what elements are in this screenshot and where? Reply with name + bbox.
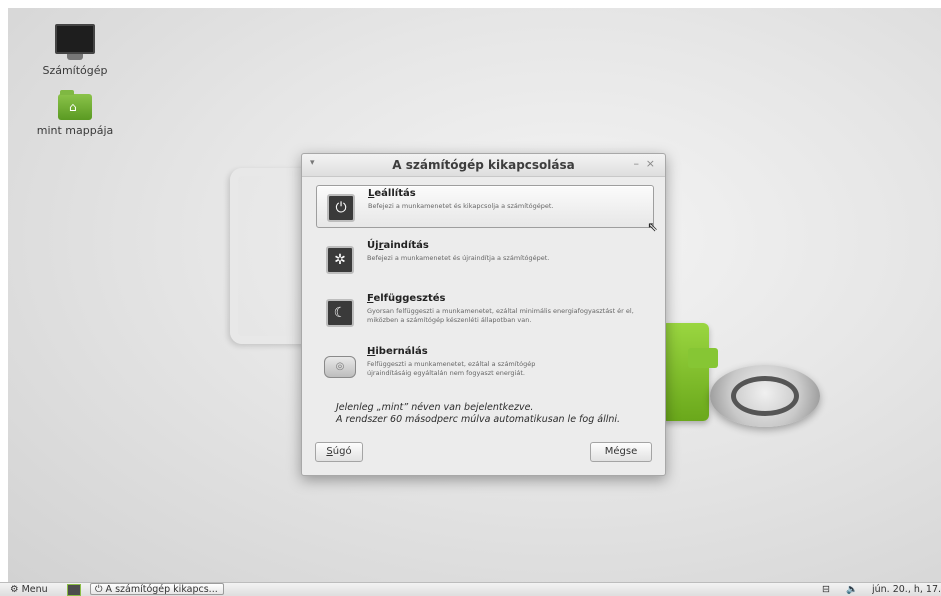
menu-button[interactable]: ⚙ Menu [10, 583, 48, 596]
session-status: Jelenleg „mint” néven van bejelentkezve.… [336, 402, 620, 426]
logged-in-text: Jelenleg „mint” néven van bejelentkezve. [336, 402, 534, 413]
menu-label: Menu [21, 584, 48, 595]
option-title: Leállítás [368, 188, 416, 199]
dialog-titlebar[interactable]: ▾ A számítógép kikapcsolása – × [302, 154, 665, 177]
desktop-icon-label: Számítógép [42, 64, 108, 77]
desktop-icon-home[interactable]: ⌂ mint mappája [30, 90, 120, 137]
power-icon: ⏻ [327, 194, 355, 222]
help-button[interactable]: Súgó [315, 442, 363, 462]
cancel-button[interactable]: Mégse [590, 442, 652, 462]
option-description: Befejezi a munkamenetet és kikapcsolja a… [368, 202, 554, 210]
desktop-icon-computer[interactable]: Számítógép [30, 24, 120, 77]
window-button-label: A számítógép kikapcs... [105, 584, 218, 595]
option-description: Felfüggeszti a munkamenetet, ezáltal a s… [367, 360, 536, 377]
monitor-icon [55, 24, 95, 60]
hard-disk-icon: ◎ [324, 356, 356, 378]
taskbar: ⚙ Menu ⏻ A számítógép kikapcs... ⊟ 🔈 jún… [0, 582, 941, 596]
menu-gear-icon: ⚙ [10, 584, 19, 595]
close-icon[interactable]: × [646, 157, 655, 170]
option-description: Befejezi a munkamenetet és újraindítja a… [367, 254, 550, 262]
minimize-icon[interactable]: – [634, 157, 640, 170]
option-title: Felfüggesztés [367, 293, 446, 304]
clock[interactable]: jún. 20., h, 17.0 [872, 583, 941, 596]
restart-option[interactable]: ✲ Újraindítás Befejezi a munkamenetet és… [316, 238, 652, 279]
option-description: Gyorsan felfüggeszti a munkamenetet, ezá… [367, 307, 634, 324]
mint-logo-badge-ring [731, 376, 799, 416]
suspend-option[interactable]: ☾ Felfüggesztés Gyorsan felfüggeszti a m… [316, 291, 652, 332]
mint-logo-green-bar [688, 348, 718, 368]
shutdown-dialog: ▾ A számítógép kikapcsolása – × ⏻ Leállí… [301, 153, 666, 476]
option-title: Hibernálás [367, 346, 428, 357]
desktop-icon-label: mint mappája [36, 124, 114, 137]
dialog-title: A számítógép kikapcsolása [392, 158, 575, 172]
countdown-text: A rendszer 60 másodperc múlva automatiku… [336, 414, 621, 425]
option-title: Újraindítás [367, 240, 429, 251]
network-icon[interactable]: ⊟ [822, 583, 830, 596]
shutdown-option[interactable]: ⏻ Leállítás Befejezi a munkamenetet és k… [316, 185, 654, 228]
taskbar-window-button[interactable]: ⏻ A számítógép kikapcs... [90, 583, 224, 595]
mint-logo-green [661, 323, 709, 421]
restart-icon: ✲ [326, 246, 354, 274]
mouse-cursor-icon: ⇖ [647, 220, 658, 235]
power-small-icon: ⏻ [95, 584, 103, 595]
hibernate-option[interactable]: ◎ Hibernálás Felfüggeszti a munkamenetet… [316, 344, 652, 394]
moon-icon: ☾ [326, 299, 354, 327]
volume-icon[interactable]: 🔈 [846, 583, 858, 596]
home-folder-icon: ⌂ [58, 90, 92, 120]
terminal-launcher-icon[interactable] [67, 584, 81, 596]
